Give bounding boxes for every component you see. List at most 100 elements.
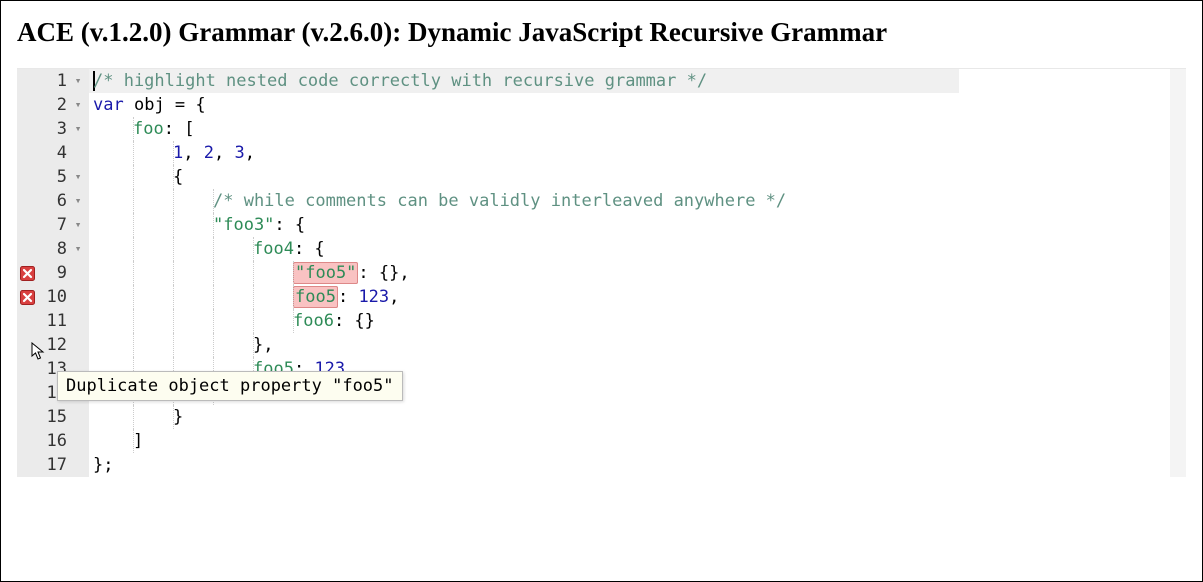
fold-toggle-icon[interactable]: ▾ [71, 189, 85, 213]
indent-guide [173, 285, 174, 309]
fold-toggle-icon[interactable]: ▾ [71, 117, 85, 141]
token-punct: ] [133, 431, 143, 451]
fold-toggle-icon[interactable]: ▾ [71, 165, 85, 189]
code-line[interactable]: /* while comments can be validly interle… [89, 189, 959, 213]
token-string: "foo5" [293, 262, 358, 284]
line-number: 6 [37, 189, 67, 213]
indent-guide [133, 429, 134, 453]
gutter-row[interactable]: 17 [17, 453, 89, 477]
code-line[interactable]: /* highlight nested code correctly with … [89, 69, 959, 93]
indent-guide [133, 213, 134, 237]
error-icon[interactable] [19, 265, 35, 281]
code-line[interactable]: foo6: {} [89, 309, 959, 333]
indent-guide [213, 189, 214, 213]
indent-guide [133, 405, 134, 429]
token-ident: obj [134, 95, 165, 115]
line-number: 17 [37, 453, 67, 477]
gutter-row[interactable]: 7▾ [17, 213, 89, 237]
indent-guide [133, 117, 134, 141]
indent-guide [293, 285, 294, 309]
fold-toggle-icon[interactable]: ▾ [71, 69, 85, 93]
gutter-row[interactable]: 2▾ [17, 93, 89, 117]
indent-guide [133, 333, 134, 357]
token-punct: { [173, 167, 183, 187]
vertical-scrollbar[interactable] [1170, 69, 1186, 477]
gutter-row[interactable]: 6▾ [17, 189, 89, 213]
code-line[interactable]: "foo3": { [89, 213, 959, 237]
token-prop: foo [133, 119, 164, 139]
token-punct [124, 95, 134, 115]
gutter-row[interactable]: 1▾ [17, 69, 89, 93]
token-num: 3 [234, 143, 244, 163]
fold-toggle-icon[interactable]: ▾ [71, 237, 85, 261]
code-line[interactable]: var obj = { [89, 93, 959, 117]
gutter-row[interactable]: 10 [17, 285, 89, 309]
code-line[interactable]: ] [89, 429, 959, 453]
code-line[interactable]: } [89, 405, 959, 429]
token-punct: }, [253, 335, 273, 355]
indent-guide [173, 261, 174, 285]
code-line[interactable]: foo: [ [89, 117, 959, 141]
gutter-row[interactable]: 3▾ [17, 117, 89, 141]
token-num: 123 [358, 287, 389, 307]
indent-guide [173, 237, 174, 261]
token-keyword: var [93, 95, 124, 115]
gutter-row[interactable]: 15 [17, 405, 89, 429]
editor-code-area[interactable]: /* highlight nested code correctly with … [89, 69, 959, 477]
editor-gutter[interactable]: 1▾2▾3▾45▾6▾7▾8▾91011121314151617 [17, 69, 89, 477]
gutter-row[interactable]: 8▾ [17, 237, 89, 261]
indent-guide [133, 237, 134, 261]
error-tooltip: Duplicate object property "foo5" [57, 371, 403, 401]
fold-toggle-icon[interactable]: ▾ [71, 93, 85, 117]
token-string: "foo3" [213, 215, 274, 235]
gutter-row[interactable]: 9 [17, 261, 89, 285]
token-punct: : [338, 287, 358, 307]
code-line[interactable]: }, [89, 333, 959, 357]
code-line[interactable]: foo5: 123, [89, 285, 959, 309]
line-number: 3 [37, 117, 67, 141]
token-prop: foo5 [293, 286, 338, 308]
indent-guide [173, 189, 174, 213]
gutter-row[interactable]: 12 [17, 333, 89, 357]
token-punct: : { [294, 239, 325, 259]
indent-guide [213, 285, 214, 309]
gutter-row[interactable]: 4 [17, 141, 89, 165]
indent-guide [133, 141, 134, 165]
code-line[interactable]: "foo5": {}, [89, 261, 959, 285]
line-number: 1 [37, 69, 67, 93]
line-number: 5 [37, 165, 67, 189]
gutter-row[interactable]: 11 [17, 309, 89, 333]
token-punct: : {}, [358, 263, 409, 283]
gutter-row[interactable]: 5▾ [17, 165, 89, 189]
indent-guide [213, 213, 214, 237]
code-line[interactable]: }; [89, 453, 959, 477]
indent-guide [173, 405, 174, 429]
token-punct: : [ [164, 119, 195, 139]
indent-guide [133, 309, 134, 333]
token-prop: foo6 [293, 311, 334, 331]
line-number: 15 [37, 405, 67, 429]
token-punct: , [183, 143, 203, 163]
gutter-row[interactable]: 16 [17, 429, 89, 453]
indent-guide [173, 309, 174, 333]
token-comment: /* highlight nested code correctly with … [93, 71, 707, 91]
indent-guide [253, 333, 254, 357]
line-number: 7 [37, 213, 67, 237]
code-line[interactable]: { [89, 165, 959, 189]
indent-guide [173, 165, 174, 189]
fold-toggle-icon[interactable]: ▾ [71, 213, 85, 237]
code-line[interactable]: foo4: { [89, 237, 959, 261]
line-number: 2 [37, 93, 67, 117]
code-line[interactable]: 1, 2, 3, [89, 141, 959, 165]
page-title: ACE (v.1.2.0) Grammar (v.2.6.0): Dynamic… [17, 17, 1186, 48]
indent-guide [133, 189, 134, 213]
token-comment: /* while comments can be validly interle… [213, 191, 786, 211]
line-number: 16 [37, 429, 67, 453]
indent-guide [293, 309, 294, 333]
token-prop: foo4 [253, 239, 294, 259]
indent-guide [213, 333, 214, 357]
code-editor[interactable]: 1▾2▾3▾45▾6▾7▾8▾91011121314151617 /* high… [17, 68, 1186, 477]
indent-guide [173, 141, 174, 165]
error-icon[interactable] [19, 289, 35, 305]
indent-guide [213, 261, 214, 285]
